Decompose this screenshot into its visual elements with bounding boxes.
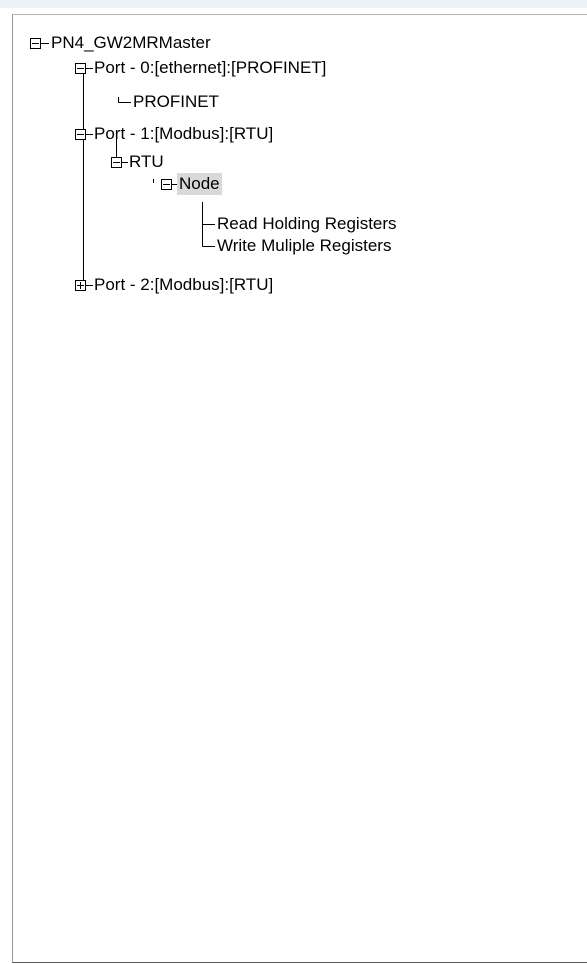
- tree-node-port-2[interactable]: Port - 2:[Modbus]:[RTU]: [92, 274, 275, 296]
- tree-node-root[interactable]: PN4_GW2MRMaster: [49, 32, 213, 54]
- tree-node-read-holding-registers[interactable]: Read Holding Registers: [215, 213, 399, 235]
- tree-connector-lines: [83, 73, 215, 285]
- tree-node-label: Write Muliple Registers: [217, 236, 392, 255]
- tree-node-label: Read Holding Registers: [217, 214, 397, 233]
- collapse-icon[interactable]: [111, 157, 122, 168]
- tree-node-node[interactable]: Node: [177, 173, 222, 195]
- expand-icon[interactable]: [75, 280, 86, 291]
- collapse-icon[interactable]: [75, 63, 86, 74]
- collapse-icon[interactable]: [75, 129, 86, 140]
- tree-node-label: RTU: [129, 152, 164, 171]
- tree-view-panel[interactable]: PN4_GW2MRMaster Port - 0:[ethernet]:[PRO…: [12, 14, 587, 963]
- tree-node-label: Port - 2:[Modbus]:[RTU]: [94, 275, 274, 294]
- tree-node-label: PN4_GW2MRMaster: [51, 33, 211, 52]
- tree-node-profinet[interactable]: PROFINET: [131, 91, 221, 113]
- tree-node-rtu[interactable]: RTU: [127, 151, 166, 173]
- window-top-strip: [0, 0, 587, 8]
- project-tree[interactable]: PN4_GW2MRMaster Port - 0:[ethernet]:[PRO…: [13, 15, 587, 964]
- tree-node-label: Port - 0:[ethernet]:[PROFINET]: [94, 58, 327, 77]
- tree-node-port-0[interactable]: Port - 0:[ethernet]:[PROFINET]: [92, 57, 328, 79]
- tree-node-label: Node: [177, 173, 222, 195]
- collapse-icon[interactable]: [30, 38, 41, 49]
- collapse-icon[interactable]: [161, 179, 172, 190]
- tree-node-label: Port - 1:[Modbus]:[RTU]: [94, 124, 274, 143]
- tree-node-write-multiple-registers[interactable]: Write Muliple Registers: [215, 235, 393, 257]
- tree-node-label: PROFINET: [133, 92, 219, 111]
- tree-node-port-1[interactable]: Port - 1:[Modbus]:[RTU]: [92, 123, 275, 145]
